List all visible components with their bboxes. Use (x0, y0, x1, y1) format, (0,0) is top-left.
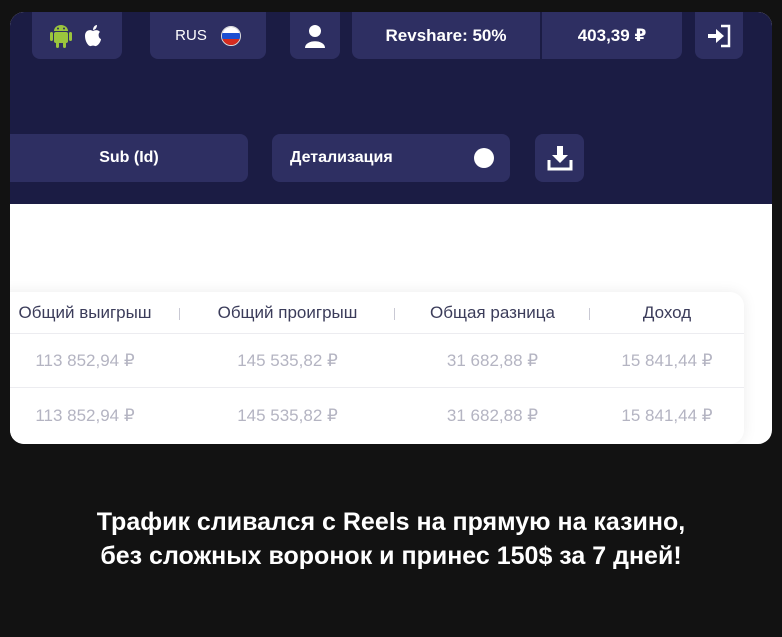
download-button[interactable] (535, 134, 584, 182)
column-header[interactable]: Доход (590, 292, 744, 333)
table-header-row: Общий выигрыш Общий проигрыш Общая разни… (10, 292, 744, 334)
russia-flag-icon (220, 25, 241, 46)
balance-value: 403,39 ₽ (577, 25, 647, 45)
table-cell: 31 682,88 ₽ (446, 406, 539, 425)
revshare-badge: Revshare: 50% (352, 12, 540, 59)
sub-id-filter-button[interactable]: Sub (Id) (10, 134, 248, 182)
toggle-knob[interactable] (474, 148, 494, 168)
column-header[interactable]: Общая разница (395, 292, 590, 333)
revshare-label: Revshare: 50% (385, 25, 507, 45)
table-cell: 15 841,44 ₽ (621, 350, 713, 370)
promo-caption: Трафик сливался с Reels на прямую на каз… (0, 505, 782, 573)
logout-button[interactable] (695, 12, 743, 59)
language-selector[interactable]: RUS (150, 12, 266, 59)
column-header[interactable]: Общий проигрыш (180, 292, 395, 333)
apple-icon[interactable] (82, 24, 104, 48)
sub-id-label: Sub (Id) (99, 149, 159, 166)
detail-toggle[interactable]: Детализация (272, 134, 510, 182)
download-icon (547, 145, 573, 171)
top-header: RUS Revshare: 50% 403,39 ₽ Sub (Id) Дета… (10, 12, 772, 204)
language-label: RUS (175, 27, 207, 44)
caption-line-2: без сложных воронок и принес 150$ за 7 д… (100, 542, 682, 570)
balance-badge: 403,39 ₽ (542, 12, 682, 59)
table-cell: 31 682,88 ₽ (446, 350, 539, 370)
table-cell: 15 841,44 ₽ (621, 406, 713, 425)
table-row: 113 852,94 ₽ 145 535,82 ₽ 31 682,88 ₽ 15… (10, 334, 744, 388)
table-row: 113 852,94 ₽ 145 535,82 ₽ 31 682,88 ₽ 15… (10, 388, 744, 444)
column-header[interactable]: Общий выигрыш (10, 292, 180, 333)
dashboard-screenshot: RUS Revshare: 50% 403,39 ₽ Sub (Id) Дета… (10, 12, 772, 444)
caption-line-1: Трафик сливался с Reels на прямую на каз… (96, 508, 686, 536)
table-cell: 145 535,82 ₽ (237, 350, 338, 370)
user-icon (305, 24, 325, 48)
user-profile-button[interactable] (290, 12, 340, 59)
logout-icon (706, 24, 732, 48)
detail-label: Детализация (290, 149, 393, 166)
table-cell: 145 535,82 ₽ (237, 406, 338, 425)
table-cell: 113 852,94 ₽ (35, 406, 135, 425)
stats-table: Общий выигрыш Общий проигрыш Общая разни… (10, 292, 744, 444)
platform-selector[interactable] (32, 12, 122, 59)
table-cell: 113 852,94 ₽ (35, 350, 135, 370)
android-icon[interactable] (50, 24, 72, 48)
